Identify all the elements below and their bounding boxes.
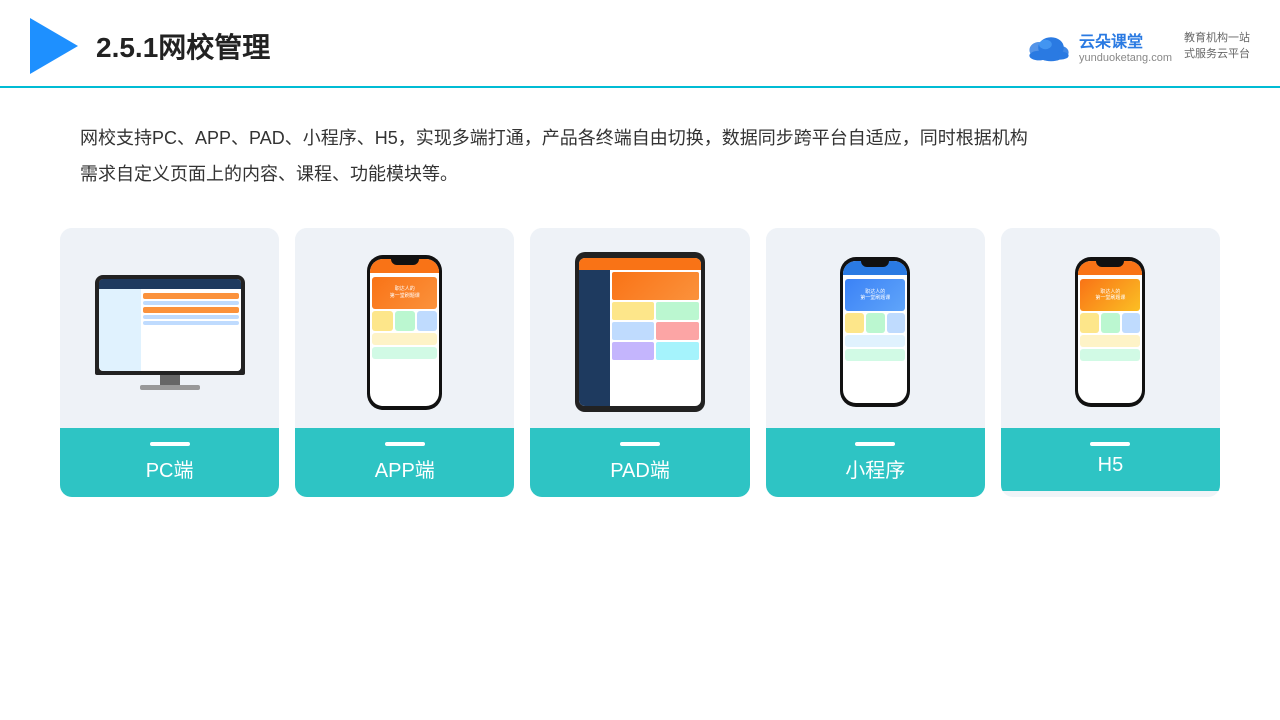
pc-label-text: PC端 [146, 460, 194, 482]
miniprogram-label-text: 小程序 [845, 460, 905, 482]
brand-logo-box: 云朵课堂 yunduoketang.com 教育机构一站式服务云平台 [1023, 28, 1250, 64]
app-label: APP端 [295, 428, 514, 497]
label-divider [385, 442, 425, 446]
miniprogram-phone-screen: 职达人的第一堂刷题课 [843, 261, 907, 403]
pc-screen-inner [99, 279, 241, 371]
label-divider [620, 442, 660, 446]
h5-mockup: 职达人的第一堂刷题课 [1075, 257, 1145, 407]
brand-slogan: 教育机构一站式服务云平台 [1184, 30, 1250, 63]
h5-label: H5 [1001, 428, 1220, 491]
pc-card: PC端 [60, 228, 279, 497]
app-image-area: 职达人的第一堂刷题课 [295, 228, 514, 428]
h5-label-text: H5 [1098, 454, 1124, 476]
app-phone-screen: 职达人的第一堂刷题课 [370, 259, 439, 406]
pad-label: PAD端 [530, 428, 749, 497]
h5-phone-notch [1096, 261, 1124, 267]
app-phone-notch [391, 259, 419, 265]
brand-logo: 云朵课堂 yunduoketang.com 教育机构一站式服务云平台 [1023, 28, 1250, 64]
pad-mockup [575, 252, 705, 412]
pad-tablet-outer [575, 252, 705, 412]
app-card: 职达人的第一堂刷题课 [295, 228, 514, 497]
logo-triangle-icon [30, 18, 78, 74]
h5-phone-screen: 职达人的第一堂刷题课 [1078, 261, 1142, 403]
miniprogram-phone-outer: 职达人的第一堂刷题课 [840, 257, 910, 407]
pad-tablet-screen [579, 258, 701, 406]
page-title: 2.5.1网校管理 [96, 26, 270, 66]
pad-image-area [530, 228, 749, 428]
app-phone-outer: 职达人的第一堂刷题课 [367, 255, 442, 410]
label-divider [1090, 442, 1130, 446]
miniprogram-card: 职达人的第一堂刷题课 [766, 228, 985, 497]
pad-label-text: PAD端 [610, 460, 670, 482]
miniprogram-image-area: 职达人的第一堂刷题课 [766, 228, 985, 428]
pc-image-area [60, 228, 279, 428]
brand-url: yunduoketang.com [1079, 52, 1172, 64]
pc-label: PC端 [60, 428, 279, 497]
miniprogram-phone-notch [861, 261, 889, 267]
pad-card: PAD端 [530, 228, 749, 497]
description-line1: 网校支持PC、APP、PAD、小程序、H5，实现多端打通，产品各终端自由切换，数… [80, 128, 1028, 148]
label-divider [855, 442, 895, 446]
header: 2.5.1网校管理 云朵课堂 yunduoketang.com 教育机构一站式服… [0, 0, 1280, 88]
h5-phone-outer: 职达人的第一堂刷题课 [1075, 257, 1145, 407]
description-line2: 需求自定义页面上的内容、课程、功能模块等。 [80, 164, 458, 184]
app-label-text: APP端 [375, 460, 435, 482]
pc-mockup [95, 275, 245, 390]
cards-section: PC端 职达人的第一堂刷题课 [0, 208, 1280, 517]
miniprogram-label: 小程序 [766, 428, 985, 497]
label-divider [150, 442, 190, 446]
header-left: 2.5.1网校管理 [30, 18, 270, 74]
brand-text-block: 云朵课堂 yunduoketang.com [1079, 28, 1172, 64]
pc-screen-outer [95, 275, 245, 375]
h5-card: 职达人的第一堂刷题课 [1001, 228, 1220, 497]
cloud-icon [1023, 30, 1071, 62]
description-text: 网校支持PC、APP、PAD、小程序、H5，实现多端打通，产品各终端自由切换，数… [0, 88, 1280, 208]
miniprogram-mockup: 职达人的第一堂刷题课 [840, 257, 910, 407]
h5-image-area: 职达人的第一堂刷题课 [1001, 228, 1220, 428]
brand-name: 云朵课堂 [1079, 28, 1172, 52]
app-mockup: 职达人的第一堂刷题课 [367, 255, 442, 410]
